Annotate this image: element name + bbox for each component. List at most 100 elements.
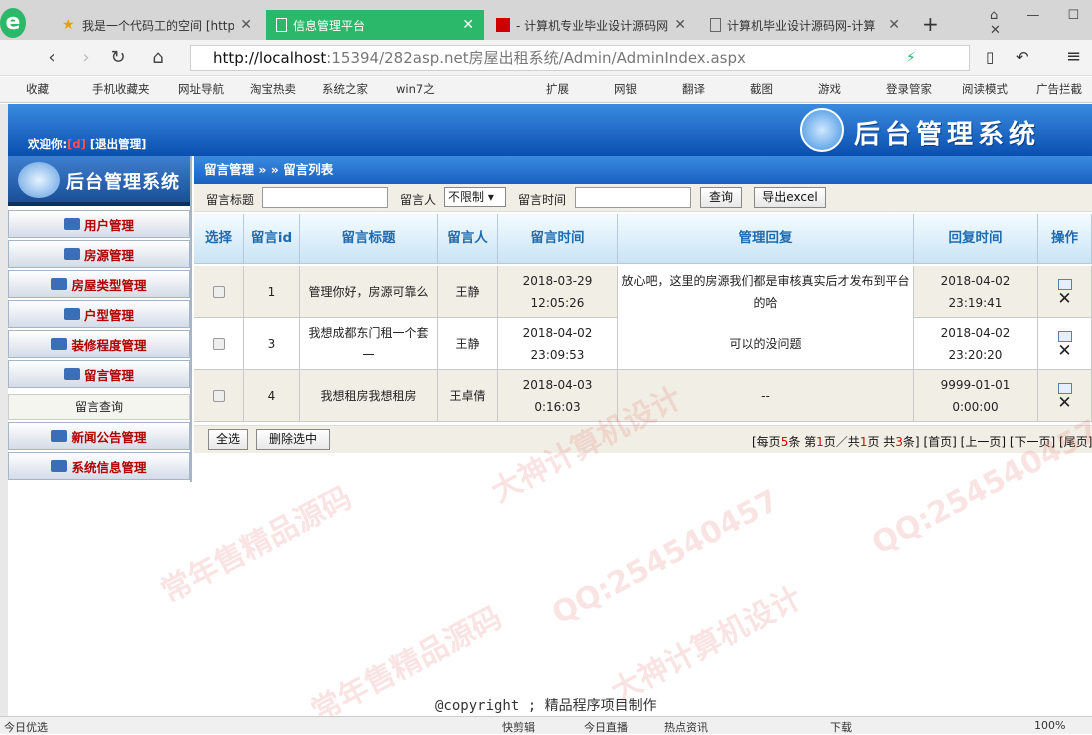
table-row: 3 我想成都东门租一个套一 王静 2018-04-02 23:09:53 可以的… (194, 318, 1092, 370)
sidebar-item-news[interactable]: 新闻公告管理 (8, 422, 190, 450)
forward-icon[interactable]: › (74, 46, 98, 70)
url-path: :15394/282asp.net房屋出租系统/Admin/AdminIndex… (326, 49, 746, 67)
bookmark-item[interactable]: win7之 (396, 81, 435, 97)
row-checkbox[interactable] (212, 338, 225, 350)
col-header-person: 留言人 (438, 214, 498, 264)
delete-icon[interactable]: ✕ (1057, 394, 1071, 411)
row-reply: 可以的没问题 (618, 318, 914, 370)
bookmark-item[interactable]: 网址导航 (178, 81, 224, 97)
title-input[interactable] (262, 187, 388, 208)
speed-icon[interactable]: ⚡ (906, 50, 916, 66)
col-header-actions: 操作 (1038, 214, 1092, 264)
tab-1[interactable]: ★ 我是一个代码工的空间 [http ✕ (52, 10, 262, 40)
row-actions: ✕ (1038, 370, 1092, 422)
url-input[interactable]: http://localhost:15394/282asp.net房屋出租系统/… (190, 45, 970, 71)
bookmark-item[interactable]: 游戏 (818, 81, 841, 97)
row-time: 2018-03-29 12:05:26 (498, 266, 618, 318)
zoom-level[interactable]: 100% (1034, 719, 1065, 732)
next-page-link[interactable]: [下一页] (1010, 435, 1055, 449)
back-icon[interactable]: ‹ (40, 46, 64, 70)
person-select[interactable]: 不限制 ▾ (444, 187, 506, 207)
bookmark-item[interactable]: 收藏 (26, 81, 49, 97)
row-person: 王静 (438, 318, 498, 370)
sidebar-item-layout-type[interactable]: 户型管理 (8, 300, 190, 328)
hand-icon (63, 248, 80, 260)
sidebar-item-user-management[interactable]: 用户管理 (8, 210, 190, 238)
phone-icon[interactable]: ▯ (986, 48, 994, 66)
delete-icon[interactable]: ✕ (1057, 342, 1071, 359)
title-label: 留言标题 (206, 193, 255, 207)
logout-link[interactable]: [退出管理] (90, 137, 147, 151)
row-select-cell (194, 266, 244, 318)
watermark-text: 常年售精品源码 (155, 480, 358, 610)
row-reply: 放心吧，这里的房源我们都是审核真实后才发布到平台的哈 (618, 266, 914, 318)
first-page-link[interactable]: [首页] (923, 435, 956, 449)
row-reply-time: 9999-01-01 0:00:00 (914, 370, 1038, 422)
prev-page-link[interactable]: [上一页] (961, 435, 1006, 449)
sidebar-item-house-type[interactable]: 房屋类型管理 (8, 270, 190, 298)
status-item[interactable]: 今日直播 (584, 719, 628, 735)
delete-icon[interactable]: ✕ (1057, 290, 1071, 307)
query-button[interactable]: 查询 (700, 187, 742, 208)
hand-icon (63, 368, 80, 380)
row-checkbox[interactable] (212, 390, 225, 402)
watermark-text: 大神计算机设计 (605, 580, 808, 710)
tab-3[interactable]: - 计算机专业毕业设计源码网 ✕ (486, 10, 696, 40)
edit-icon[interactable] (1057, 278, 1072, 290)
bookmark-item[interactable]: 广告拦截 (1036, 81, 1082, 97)
bookmark-item[interactable]: 手机收藏夹 (92, 81, 150, 97)
edit-icon[interactable] (1057, 330, 1072, 342)
close-icon[interactable]: ✕ (462, 17, 474, 33)
home-icon[interactable]: ⌂ (146, 46, 170, 70)
bookmark-item[interactable]: 扩展 (546, 81, 569, 97)
close-icon[interactable]: ✕ (888, 17, 900, 33)
bookmark-item[interactable]: 截图 (750, 81, 773, 97)
bookmark-item[interactable]: 淘宝热卖 (250, 81, 296, 97)
bookmark-item[interactable]: 阅读模式 (962, 81, 1008, 97)
select-all-button[interactable]: 全选 (208, 429, 248, 450)
star-icon: ★ (62, 17, 75, 33)
status-item[interactable]: 下载 (830, 719, 852, 735)
edit-icon[interactable] (1057, 382, 1072, 394)
row-select-cell (194, 318, 244, 370)
admin-banner: 欢迎你:[d] [退出管理] 后台管理系统 (8, 104, 1092, 156)
welcome-text: 欢迎你:[d] [退出管理] (28, 137, 147, 151)
sidebar-subitem-message-query[interactable]: 留言查询 (8, 394, 190, 420)
new-tab-button[interactable]: + (922, 12, 939, 36)
bookmark-item[interactable]: 翻译 (682, 81, 705, 97)
col-header-time: 留言时间 (498, 214, 618, 264)
sidebar-item-house-management[interactable]: 房源管理 (8, 240, 190, 268)
close-icon[interactable]: ✕ (674, 17, 686, 33)
window-controls[interactable]: ⌂ — ☐ ✕ (990, 8, 1092, 38)
tab-4[interactable]: 计算机毕业设计源码网-计算 ✕ (700, 10, 910, 40)
sidebar-item-message-management[interactable]: 留言管理 (8, 360, 190, 388)
col-header-id: 留言id (244, 214, 300, 264)
menu-icon[interactable]: ≡ (1066, 46, 1081, 67)
refresh-icon[interactable]: ↻ (106, 46, 130, 70)
search-bar: 留言标题 留言人 不限制 ▾ 留言时间 查询 导出excel (194, 184, 1092, 212)
last-page-link[interactable]: [尾页] (1059, 435, 1092, 449)
time-input[interactable] (575, 187, 691, 208)
undo-icon[interactable]: ↶ (1016, 48, 1029, 66)
bookmark-item[interactable]: 网银 (614, 81, 637, 97)
sidebar-item-decoration[interactable]: 装修程度管理 (8, 330, 190, 358)
hand-icon (63, 218, 80, 230)
tab-2[interactable]: 信息管理平台 ✕ (266, 10, 484, 40)
bookmark-item[interactable]: 登录管家 (886, 81, 932, 97)
bookmark-item[interactable]: 系统之家 (322, 81, 368, 97)
close-icon[interactable]: ✕ (240, 17, 252, 33)
hand-icon (51, 278, 68, 290)
status-left-text[interactable]: 今日优选 (4, 719, 48, 735)
col-header-select: 选择 (194, 214, 244, 264)
row-person: 王卓倩 (438, 370, 498, 422)
delete-selected-button[interactable]: 删除选中 (256, 429, 330, 450)
row-checkbox[interactable] (212, 286, 225, 298)
col-header-title: 留言标题 (300, 214, 438, 264)
sidebar-item-system-info[interactable]: 系统信息管理 (8, 452, 190, 480)
status-item[interactable]: 快剪辑 (502, 719, 535, 735)
row-reply: -- (618, 370, 914, 422)
export-excel-button[interactable]: 导出excel (754, 187, 826, 208)
person-label: 留言人 (400, 193, 437, 207)
table-footer: 全选 删除选中 [每页5条 第1页／共1页 共3条] [首页] [上一页] [下… (194, 425, 1092, 453)
status-item[interactable]: 热点资讯 (664, 719, 708, 735)
